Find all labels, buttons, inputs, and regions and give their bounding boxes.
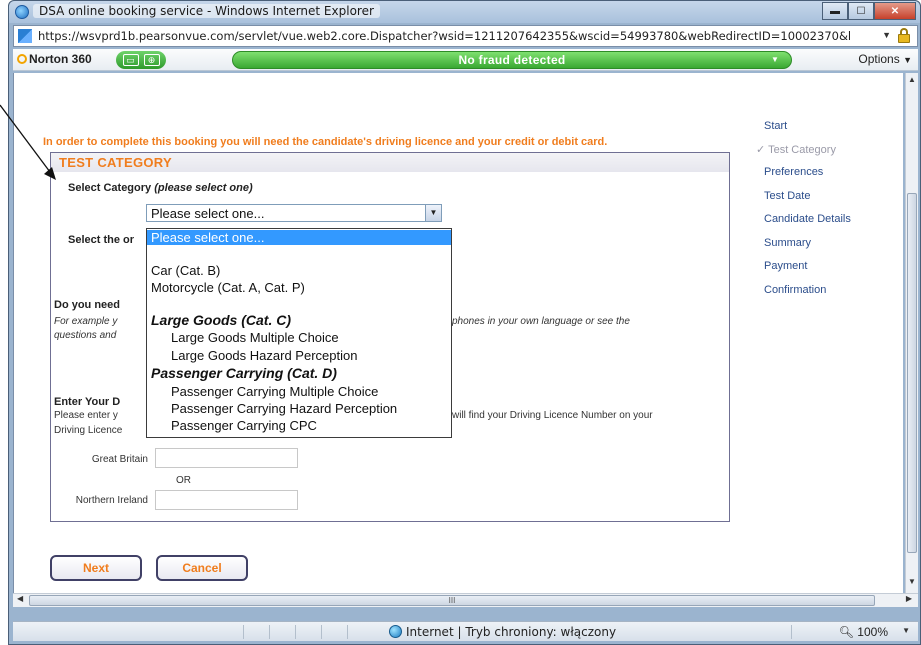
check-icon: ✓ <box>756 144 766 156</box>
category-select-value: Please select one... <box>151 206 265 221</box>
great-britain-label: Great Britain <box>91 454 148 465</box>
nav-item-test-date[interactable]: Test Date <box>764 190 810 202</box>
option-passenger-hazard-perception[interactable]: Passenger Carrying Hazard Perception <box>171 401 397 416</box>
security-zone-text: Internet | Tryb chroniony: włączony <box>406 625 617 639</box>
ie-logo-icon <box>15 5 29 19</box>
option-motorcycle[interactable]: Motorcycle (Cat. A, Cat. P) <box>151 280 305 295</box>
scroll-left-icon[interactable]: ◀ <box>17 594 23 603</box>
fraud-status-bar[interactable]: No fraud detected ▼ <box>232 51 792 69</box>
monitor-icon[interactable]: ▭ <box>122 54 139 66</box>
options-menu[interactable]: Options ▼ <box>858 52 912 66</box>
option-passenger-cpc[interactable]: Passenger Carrying CPC <box>171 418 317 433</box>
category-dropdown-list: Please select one... Car (Cat. B) Motorc… <box>146 228 452 438</box>
maximize-button[interactable]: ☐ <box>848 2 874 20</box>
fraud-chevron-icon[interactable]: ▼ <box>771 55 785 65</box>
panel-title: TEST CATEGORY <box>59 155 172 170</box>
questions-text: questions and <box>54 330 117 341</box>
globe-grid-icon[interactable]: ⊕ <box>143 54 160 66</box>
select-category-label: Select Category (please select one) <box>68 182 253 194</box>
driving-licence-text: Driving Licence <box>54 425 123 436</box>
option-large-goods-hazard-perception[interactable]: Large Goods Hazard Perception <box>171 348 357 363</box>
zoom-level[interactable]: 🔍︎ 100% <box>839 625 888 639</box>
status-divider <box>791 625 792 639</box>
norton-toolbar: Norton 360 ▭ ⊕ No fraud detected ▼ Optio… <box>13 49 918 71</box>
do-you-need-label: Do you need <box>54 299 121 311</box>
select-category-text: Select Category <box>68 182 152 194</box>
option-large-goods-multiple-choice[interactable]: Large Goods Multiple Choice <box>171 330 339 345</box>
scroll-up-icon[interactable]: ▲ <box>906 75 918 89</box>
url-text[interactable]: https://wsvprd1b.pearsonvue.com/servlet/… <box>38 29 868 43</box>
nav-item-confirmation[interactable]: Confirmation <box>764 284 826 296</box>
or-label: OR <box>176 475 191 486</box>
lock-icon[interactable] <box>897 28 911 44</box>
horizontal-scrollbar[interactable]: ◀ III ▶ <box>13 593 918 607</box>
options-label: Options <box>858 52 900 66</box>
status-divider <box>243 625 244 639</box>
nav-item-preferences[interactable]: Preferences <box>764 166 823 178</box>
status-divider <box>269 625 270 639</box>
select-category-hint: (please select one) <box>154 182 253 194</box>
status-divider <box>295 625 296 639</box>
enter-details-label: Enter Your D <box>54 396 121 408</box>
northern-ireland-label: Northern Ireland <box>75 495 148 506</box>
title-bar[interactable]: DSA online booking service - Windows Int… <box>9 1 920 23</box>
address-bar[interactable]: https://wsvprd1b.pearsonvue.com/servlet/… <box>13 25 918 47</box>
norton-brand-label: Norton 360 <box>29 52 92 66</box>
vertical-scrollbar[interactable]: ▲ ▼ <box>905 73 918 593</box>
for-example-text: For example y <box>54 316 118 327</box>
category-select[interactable]: Please select one... ▼ <box>146 204 442 222</box>
status-divider <box>347 625 348 639</box>
please-enter-text: Please enter y <box>54 410 118 421</box>
zoom-value: 100% <box>857 625 888 639</box>
norton-logo: Norton 360 <box>17 52 92 66</box>
option-passenger-multiple-choice[interactable]: Passenger Carrying Multiple Choice <box>171 384 378 399</box>
nav-item-test-category: ✓ Test Category <box>756 143 836 156</box>
for-example-tail: phones in your own language or see the <box>452 316 630 327</box>
select-other-label: Select the or <box>68 234 135 246</box>
norton-ring-icon <box>17 54 27 64</box>
scroll-down-icon[interactable]: ▼ <box>906 577 918 591</box>
globe-icon <box>389 625 402 638</box>
window-title: DSA online booking service - Windows Int… <box>33 4 380 18</box>
optgroup-passenger-carrying: Passenger Carrying (Cat. D) <box>151 365 337 381</box>
nav-item-payment[interactable]: Payment <box>764 260 807 272</box>
screen: DSA online booking service - Windows Int… <box>0 0 921 645</box>
next-button[interactable]: Next <box>50 555 142 581</box>
nav-item-candidate-details[interactable]: Candidate Details <box>764 213 851 225</box>
vertical-scroll-thumb[interactable] <box>907 193 917 553</box>
options-chevron-icon: ▼ <box>903 55 912 65</box>
select-chevron-icon[interactable]: ▼ <box>425 205 441 221</box>
licence-info-text: will find your Driving Licence Number on… <box>452 410 653 421</box>
option-car[interactable]: Car (Cat. B) <box>151 263 220 278</box>
cancel-button[interactable]: Cancel <box>156 555 248 581</box>
scroll-right-icon[interactable]: ▶ <box>906 594 912 603</box>
nav-item-start[interactable]: Start <box>764 120 787 132</box>
option-placeholder[interactable]: Please select one... <box>147 230 451 245</box>
zoom-chevron-icon[interactable]: ▼ <box>902 626 910 635</box>
site-favicon-icon <box>18 29 32 43</box>
norton-tool-icons: ▭ ⊕ <box>116 51 166 69</box>
close-button[interactable]: ✕ <box>874 2 916 20</box>
minimize-button[interactable]: ▬ <box>822 2 848 20</box>
great-britain-input[interactable] <box>155 448 298 468</box>
security-zone[interactable]: Internet | Tryb chroniony: włączony <box>389 625 616 639</box>
nav-item-test-category-label: Test Category <box>768 144 836 156</box>
horizontal-scroll-thumb[interactable]: III <box>29 595 875 606</box>
nav-item-summary[interactable]: Summary <box>764 237 811 249</box>
chevron-down-icon[interactable]: ▼ <box>882 30 891 40</box>
northern-ireland-input[interactable] <box>155 490 298 510</box>
fraud-status-text: No fraud detected <box>458 53 566 67</box>
status-divider <box>321 625 322 639</box>
intro-notice: In order to complete this booking you wi… <box>43 136 608 148</box>
optgroup-large-goods: Large Goods (Cat. C) <box>151 312 292 328</box>
panel-header: TEST CATEGORY <box>51 153 729 172</box>
window-controls: ▬ ☐ ✕ <box>822 2 916 20</box>
status-bar: Internet | Tryb chroniony: włączony 🔍︎ 1… <box>13 621 918 641</box>
